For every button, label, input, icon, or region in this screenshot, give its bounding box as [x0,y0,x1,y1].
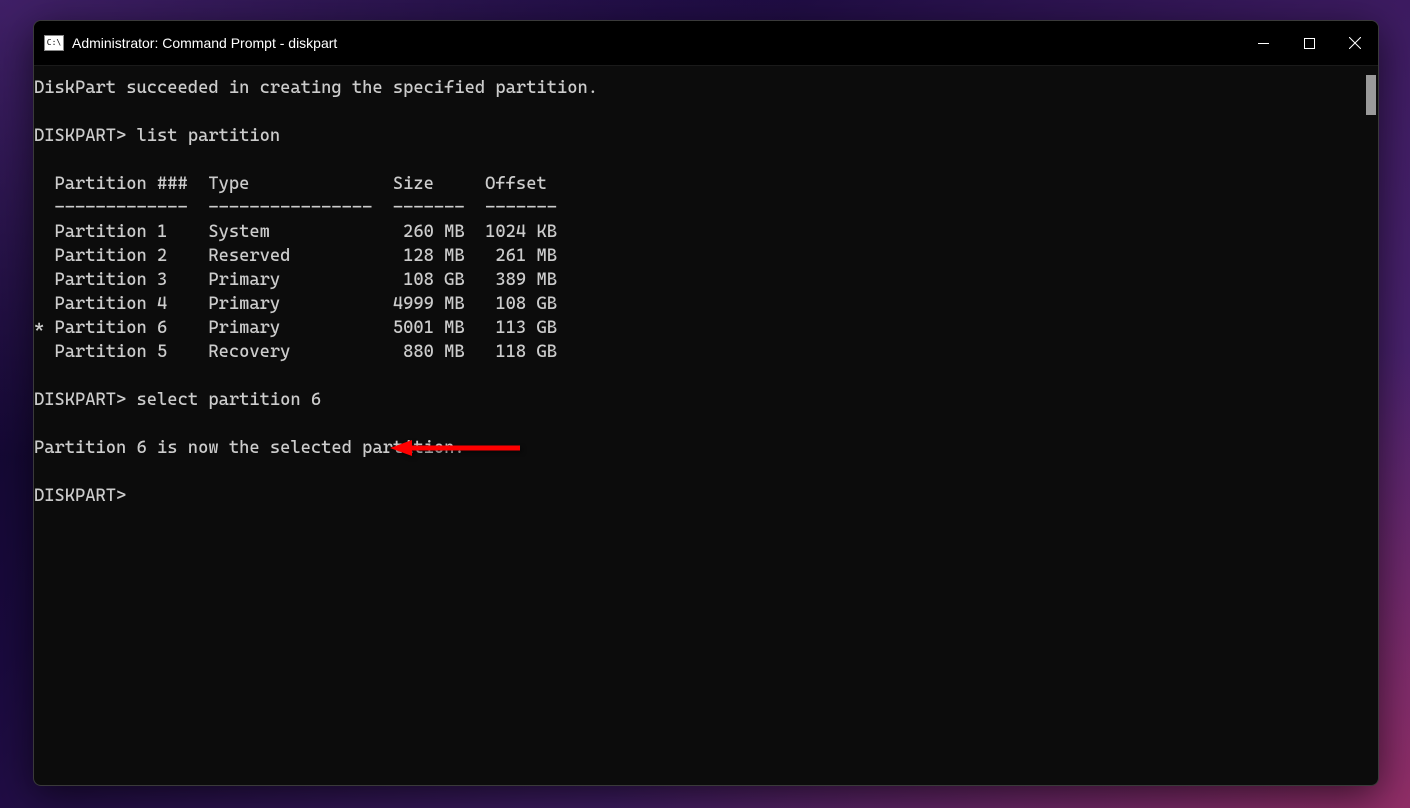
close-button[interactable] [1332,21,1378,65]
table-row: Partition 3 Primary 108 GB 389 MB [34,270,557,290]
table-header: Partition ### Type Size Offset [34,174,547,194]
table-row: * Partition 6 Primary 5001 MB 113 GB [34,318,557,338]
scrollbar-thumb[interactable] [1366,75,1376,115]
output-msg-selected: Partition 6 is now the selected partitio… [34,438,465,458]
minimize-button[interactable] [1240,21,1286,65]
window-controls [1240,21,1378,65]
prompt: DISKPART> [34,126,137,146]
prompt: DISKPART> [34,390,137,410]
cmd-select-partition: select partition 6 [137,390,322,410]
window-title: Administrator: Command Prompt - diskpart [72,35,1240,51]
output-msg-created: DiskPart succeeded in creating the speci… [34,78,598,98]
maximize-button[interactable] [1286,21,1332,65]
cmd-list-partition: list partition [137,126,281,146]
table-row: Partition 2 Reserved 128 MB 261 MB [34,246,557,266]
command-prompt-window: C:\ Administrator: Command Prompt - disk… [33,20,1379,786]
table-row: Partition 5 Recovery 880 MB 118 GB [34,342,557,362]
prompt: DISKPART> [34,486,126,506]
terminal-output[interactable]: DiskPart succeeded in creating the speci… [34,66,1378,786]
table-row: Partition 4 Primary 4999 MB 108 GB [34,294,557,314]
table-row: Partition 1 System 260 MB 1024 KB [34,222,557,242]
cmd-icon: C:\ [44,35,64,51]
table-divider: ------------- ---------------- ------- -… [34,198,557,218]
titlebar[interactable]: C:\ Administrator: Command Prompt - disk… [34,21,1378,66]
